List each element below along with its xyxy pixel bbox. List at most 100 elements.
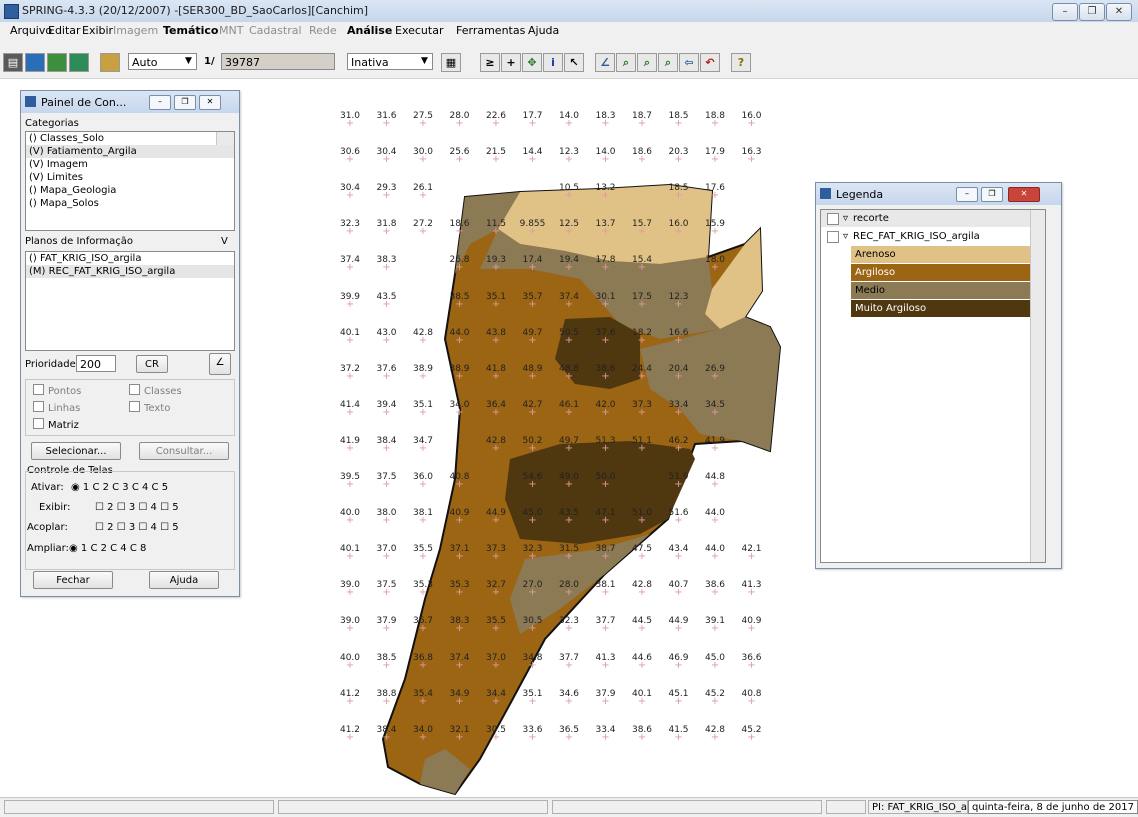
- classes-checkbox[interactable]: Classes: [129, 384, 182, 397]
- menu-ajuda[interactable]: Ajuda: [528, 24, 559, 37]
- zoom-in-icon[interactable]: ⌕: [616, 53, 636, 72]
- panel-maximize-button[interactable]: ❐: [174, 95, 196, 110]
- ampliar-options[interactable]: ◉ 1 C 2 C 4 C 8: [69, 543, 146, 554]
- grid-value: 27.2 +: [412, 219, 434, 238]
- legend-minimize-button[interactable]: –: [956, 187, 978, 202]
- grid-value: 48.9 +: [522, 363, 543, 382]
- chevron-down-icon: ▼: [421, 56, 428, 66]
- menu-editar[interactable]: Editar: [48, 24, 81, 37]
- exibir-label: Exibir:: [39, 502, 71, 513]
- grid-value: 17.6 +: [704, 183, 726, 202]
- project-icon[interactable]: [25, 53, 45, 72]
- pointer-icon[interactable]: ↖: [564, 53, 584, 72]
- panel-title: Painel de Con...: [41, 96, 127, 109]
- state-select[interactable]: Inativa ▼: [347, 53, 433, 70]
- list-item[interactable]: (V) Limites: [26, 171, 234, 184]
- ativar-options[interactable]: ◉ 1 C 2 C 3 C 4 C 5: [71, 482, 168, 493]
- grid-value: 37.0 +: [485, 652, 507, 671]
- grid-value: 43.5 +: [558, 508, 580, 527]
- grid-value: 28.0 +: [558, 580, 580, 599]
- previous-view-icon[interactable]: ⇦: [679, 53, 699, 72]
- list-item[interactable]: () Classes_Solo: [26, 132, 234, 145]
- grid-value: 45.2 +: [741, 724, 762, 743]
- map-icon[interactable]: [100, 53, 120, 72]
- grid-icon[interactable]: ▦: [441, 53, 461, 72]
- consultar-button[interactable]: Consultar...: [139, 442, 229, 460]
- ajuda-button[interactable]: Ajuda: [149, 571, 219, 589]
- grid-value: 13.7 +: [595, 219, 616, 238]
- list-item[interactable]: (V) Fatiamento_Argila: [26, 145, 234, 158]
- expand-icon[interactable]: ▿: [843, 228, 848, 245]
- panel-close-button[interactable]: ✕: [199, 95, 221, 110]
- grid-value: 37.5 +: [376, 472, 397, 490]
- scale-field[interactable]: 39787: [221, 53, 335, 70]
- menu-rede[interactable]: Rede: [309, 24, 337, 37]
- fechar-button[interactable]: Fechar: [33, 571, 113, 589]
- draw-line-icon[interactable]: ≥: [480, 53, 500, 72]
- mode-select[interactable]: Auto ▼: [128, 53, 197, 70]
- cursor-cross-icon[interactable]: +: [501, 53, 521, 72]
- layers-icon[interactable]: [47, 53, 67, 72]
- exibir-options[interactable]: ☐ 2 ☐ 3 ☐ 4 ☐ 5: [95, 502, 179, 513]
- grid-value: 35.3 +: [449, 580, 470, 599]
- grid-value: 15.9 +: [704, 219, 726, 238]
- menu-analise[interactable]: Análise: [347, 24, 392, 37]
- categorias-list[interactable]: () Classes_Solo (V) Fatiamento_Argila (V…: [25, 131, 235, 231]
- undo-icon[interactable]: ↶: [700, 53, 720, 72]
- legend-scrollbar[interactable]: [1030, 210, 1045, 562]
- matriz-checkbox[interactable]: Matriz: [33, 418, 79, 431]
- list-item[interactable]: () Mapa_Geologia: [26, 184, 234, 197]
- minimize-button[interactable]: –: [1052, 3, 1078, 21]
- prioridade-input[interactable]: 200: [76, 355, 116, 372]
- legend-layer-recorte[interactable]: ▿ recorte: [821, 210, 1045, 227]
- planos-filter-button[interactable]: V: [221, 236, 228, 247]
- zoom-out-icon[interactable]: ⌕: [637, 53, 657, 72]
- maximize-button[interactable]: ❐: [1079, 3, 1105, 21]
- grid-value: 19.4 +: [558, 255, 580, 274]
- grid-value: 33.4 +: [595, 724, 616, 743]
- acoplar-options[interactable]: ☐ 2 ☐ 3 ☐ 4 ☐ 5: [95, 522, 179, 533]
- grid-value: 39.4 +: [376, 399, 397, 418]
- list-item[interactable]: () Mapa_Solos: [26, 197, 234, 210]
- menu-ferramentas[interactable]: Ferramentas: [456, 24, 525, 37]
- panel-minimize-button[interactable]: –: [149, 95, 171, 110]
- draw-icon[interactable]: [69, 53, 89, 72]
- close-button[interactable]: ✕: [1106, 3, 1132, 21]
- grid-value: 16.6 +: [668, 327, 689, 346]
- legend-layer-rec-fat[interactable]: ▿ REC_FAT_KRIG_ISO_argila: [821, 228, 1045, 245]
- grid-value: 44.8 +: [704, 472, 726, 490]
- help-button[interactable]: ?: [731, 53, 751, 72]
- grid-value: 44.6 +: [631, 652, 653, 671]
- legend-close-button[interactable]: ✕: [1008, 187, 1040, 202]
- info-icon[interactable]: i: [543, 53, 563, 72]
- layer-visibility-checkbox[interactable]: [827, 231, 839, 243]
- menu-mnt[interactable]: MNT: [219, 24, 243, 37]
- edit-icon[interactable]: ∠: [595, 53, 615, 72]
- layer-visibility-checkbox[interactable]: [827, 213, 839, 225]
- pontos-checkbox[interactable]: Pontos: [33, 384, 81, 397]
- selecionar-button[interactable]: Selecionar...: [31, 442, 121, 460]
- planos-list[interactable]: () FAT_KRIG_ISO_argila (M) REC_FAT_KRIG_…: [25, 251, 235, 351]
- database-icon[interactable]: ▤: [3, 53, 23, 72]
- acoplar-label: Acoplar:: [27, 522, 68, 533]
- menu-executar[interactable]: Executar: [395, 24, 444, 37]
- pan-icon[interactable]: ✥: [522, 53, 542, 72]
- expand-icon[interactable]: ▿: [843, 210, 848, 227]
- list-item[interactable]: (V) Imagem: [26, 158, 234, 171]
- legend-maximize-button[interactable]: ❐: [981, 187, 1003, 202]
- scrollbar[interactable]: [216, 132, 234, 145]
- menu-imagem[interactable]: Imagem: [113, 24, 158, 37]
- list-item[interactable]: () FAT_KRIG_ISO_argila: [26, 252, 234, 265]
- texto-checkbox[interactable]: Texto: [129, 401, 170, 414]
- cr-button[interactable]: CR: [136, 355, 168, 373]
- linhas-checkbox[interactable]: Linhas: [33, 401, 80, 414]
- menu-exibir[interactable]: Exibir: [82, 24, 113, 37]
- menu-arquivo[interactable]: Arquivo: [10, 24, 52, 37]
- menu-cadastral[interactable]: Cadastral: [249, 24, 302, 37]
- menu-tematico[interactable]: Temático: [163, 24, 219, 37]
- ampliar-label: Ampliar:: [27, 543, 69, 554]
- zoom-area-icon[interactable]: ⌕: [658, 53, 678, 72]
- edit-icon[interactable]: ∠: [209, 353, 231, 375]
- list-item[interactable]: (M) REC_FAT_KRIG_ISO_argila: [26, 265, 234, 278]
- grid-value: 35.3 +: [412, 580, 434, 599]
